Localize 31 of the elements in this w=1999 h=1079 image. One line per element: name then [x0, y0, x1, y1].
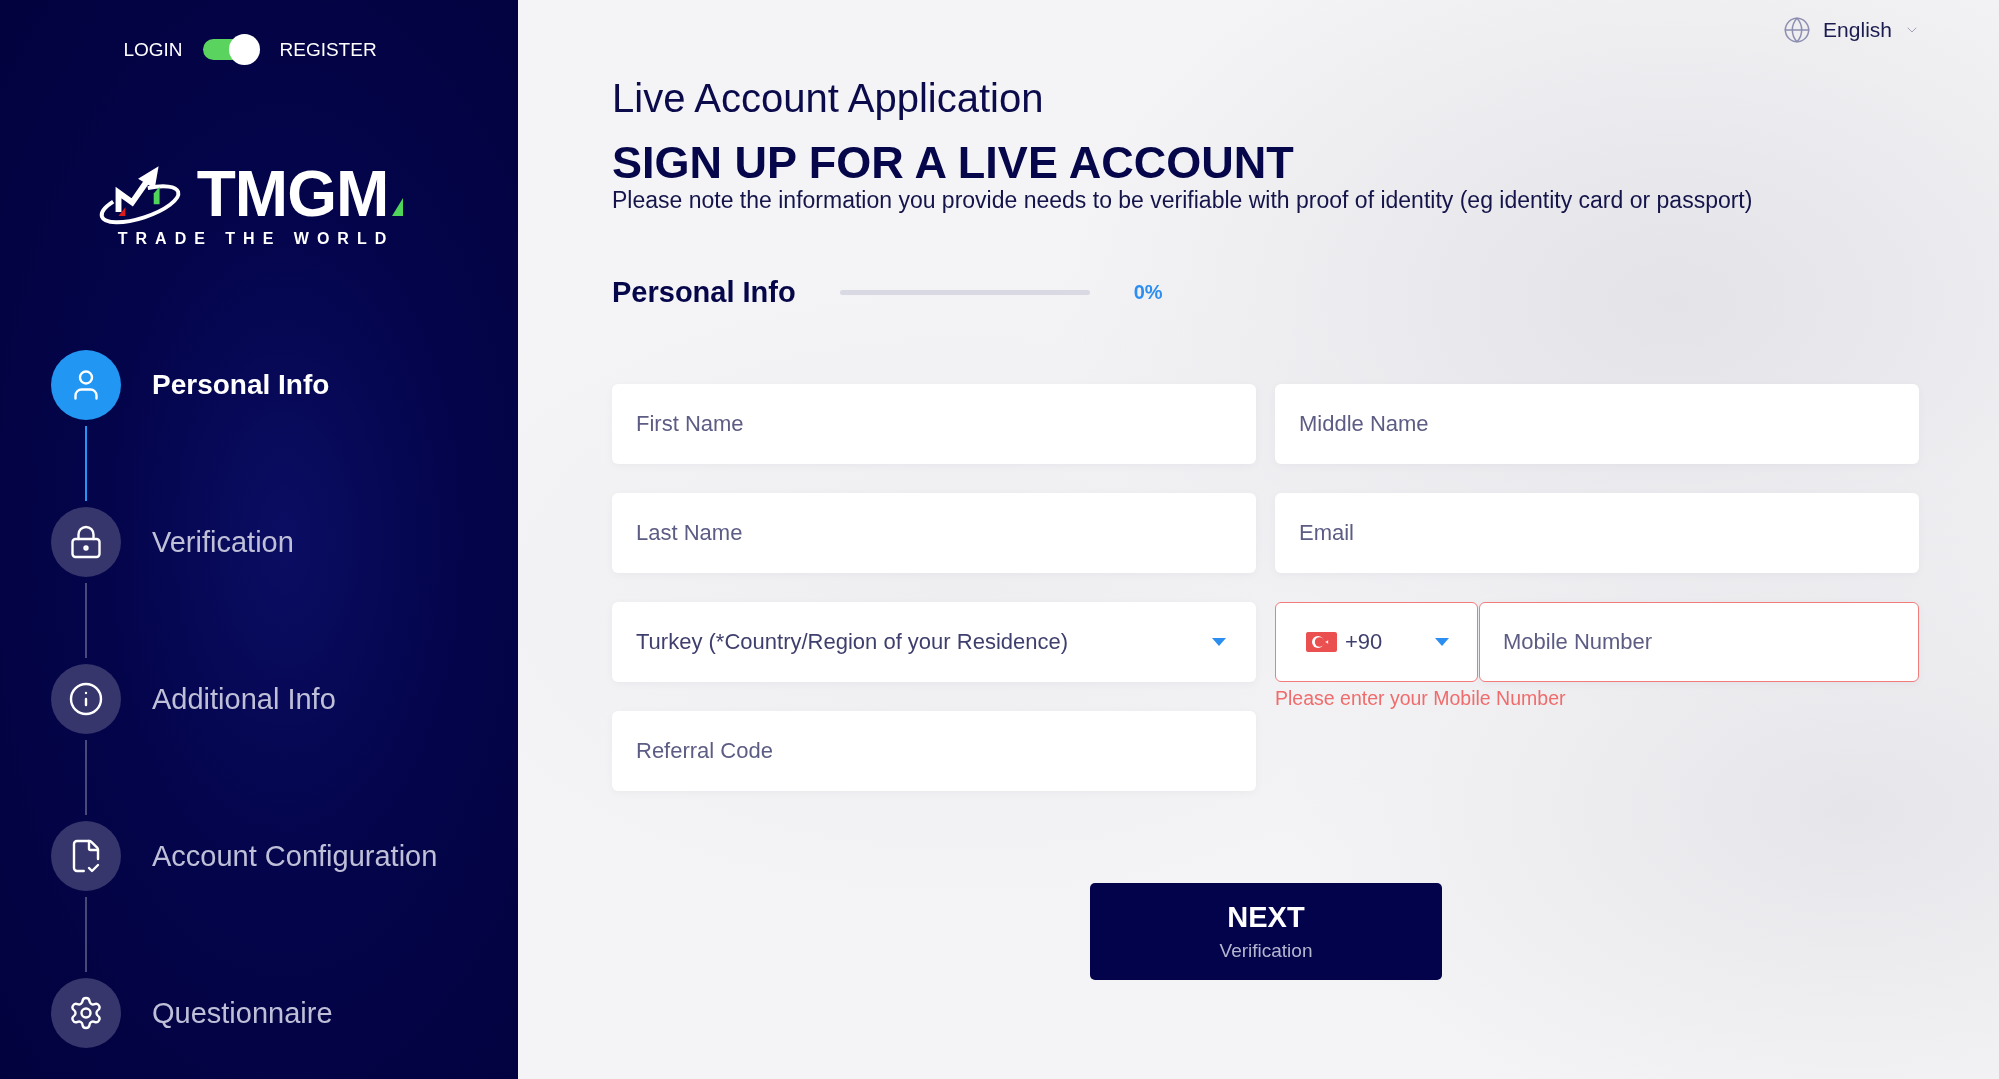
logo-tagline: TRADE THE WORLD: [117, 230, 395, 247]
logo-accent-icon: [392, 198, 404, 216]
input-field[interactable]: Middle Name: [1275, 384, 1919, 464]
info-note: Please note the information you provide needs to be verifiable with proof of identity (eg identity card or passport): [612, 186, 1754, 214]
logo-text: TMGM: [196, 162, 389, 226]
error-message: Please enter your Mobile Number: [1275, 687, 1567, 709]
toggle-label: REGISTER: [279, 37, 377, 62]
caret-icon: [1212, 638, 1226, 646]
mobile-number-field[interactable]: Mobile Number: [1479, 602, 1919, 682]
step-label[interactable]: Additional Info: [152, 682, 336, 716]
step-label[interactable]: Verification: [152, 525, 294, 559]
language-select[interactable]: English: [1783, 14, 1920, 46]
turkey-flag-icon: [1306, 632, 1337, 652]
step-label[interactable]: Questionnaire: [152, 996, 333, 1030]
input-field[interactable]: Email: [1275, 493, 1919, 573]
caret-icon: [1435, 638, 1449, 646]
section-title: Personal Info: [612, 275, 796, 309]
input-field[interactable]: First Name: [612, 384, 1256, 464]
toggle-label: LOGIN: [123, 37, 183, 62]
next-button[interactable]: NEXT Verification: [1090, 883, 1442, 980]
step-label[interactable]: Personal Info: [152, 368, 330, 402]
login-register-switch[interactable]: [202, 34, 260, 65]
page-subtitle: Live Account Application: [612, 76, 1045, 120]
step-label[interactable]: Account Configuration: [152, 839, 438, 873]
country-select[interactable]: Turkey (*Country/Region of your Residence): [612, 602, 1256, 682]
input-field[interactable]: Last Name: [612, 493, 1256, 573]
input-field[interactable]: Referral Code: [612, 711, 1256, 791]
page-title: SIGN UP FOR A LIVE ACCOUNT: [612, 140, 1295, 186]
globe-icon: [1783, 16, 1812, 44]
phone-code-select[interactable]: +90: [1275, 602, 1478, 682]
progress-reading: 0%: [1133, 280, 1163, 304]
